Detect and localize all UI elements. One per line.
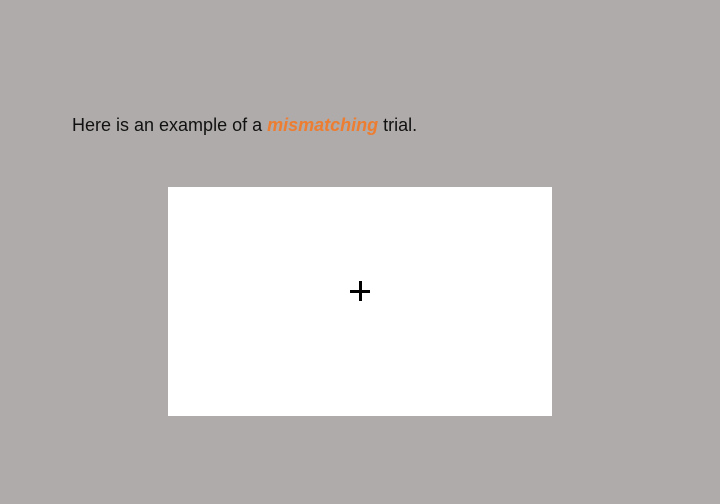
- instruction-text: Here is an example of a mismatching tria…: [72, 114, 417, 136]
- fixation-cross-vertical: [358, 281, 362, 301]
- stimulus-panel: [168, 187, 552, 416]
- instruction-suffix: trial.: [378, 115, 418, 135]
- instruction-prefix: Here is an example of a: [72, 115, 268, 135]
- condition-keyword: mismatching: [267, 115, 379, 135]
